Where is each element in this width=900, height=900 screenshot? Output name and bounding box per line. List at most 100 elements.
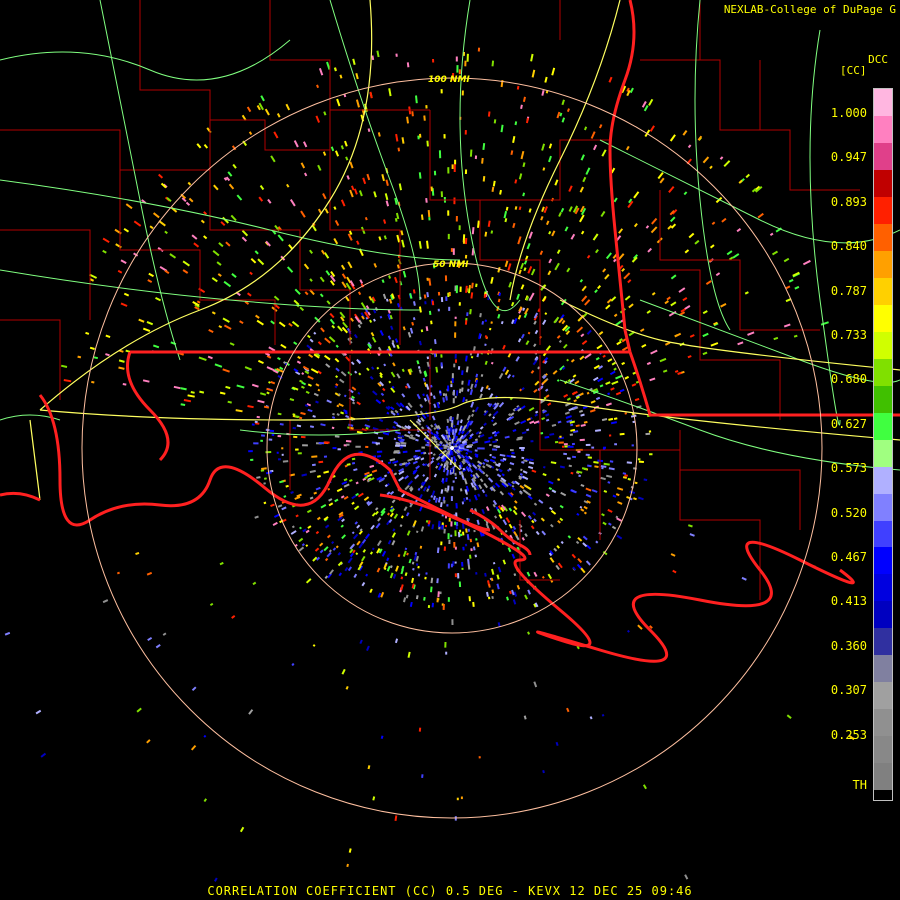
radar-return-bin [396,303,401,308]
radar-return-bin [329,280,335,286]
radar-return-bin [356,358,362,365]
radar-return-bin [613,417,618,420]
radar-return-bin [407,457,414,462]
radar-return-bin [583,511,587,515]
radar-return-bin [268,381,271,384]
radar-return-bin [152,212,160,219]
radar-return-bin [300,385,305,389]
radar-return-bin [316,84,320,89]
radar-return-bin [385,200,390,207]
radar-return-bin [603,489,608,493]
radar-return-bin [482,142,486,151]
radar-return-bin [173,385,181,390]
radar-return-bin [616,517,622,522]
radar-return-bin [520,405,526,410]
radar-return-bin [522,96,526,103]
radar-return-bin [687,144,692,149]
radar-return-bin [513,318,518,325]
radar-return-bin [608,417,614,421]
radar-return-bin [288,244,293,250]
radar-return-bin [407,402,413,409]
radar-return-bin [431,300,435,306]
radar-return-bin [462,467,466,471]
radar-return-bin [328,336,336,343]
county-line [119,170,276,345]
radar-return-bin [512,222,516,229]
radar-return-bin [405,594,409,599]
radar-return-bin [102,249,107,254]
radar-return-bin [372,427,379,431]
radar-return-bin [391,499,396,504]
radar-return-bin [414,474,420,480]
radar-return-bin [374,510,379,515]
radar-return-bin [481,320,485,325]
radar-return-bin [577,536,583,542]
radar-return-bin [570,423,574,427]
radar-return-bin [401,435,405,438]
radar-return-bin [248,131,253,136]
radar-return-bin [191,686,197,692]
radar-return-bin [239,826,245,833]
radar-return-bin [355,492,360,497]
radar-return-bin [416,393,421,400]
radar-return-bin [306,509,312,514]
radar-return-bin [394,276,398,284]
radar-return-bin [337,552,342,556]
radar-return-bin [388,380,392,384]
radar-return-bin [420,417,425,422]
radar-return-bin [404,572,408,577]
radar-return-bin [510,301,515,307]
radar-return-bin [674,332,682,338]
radar-return-bin [345,685,349,690]
radar-return-bin [512,136,516,143]
radar-return-bin [259,185,265,191]
radar-return-bin [435,465,439,469]
radar-return-bin [351,395,355,400]
radar-return-bin [300,162,306,169]
radar-return-bin [257,258,265,266]
radar-return-bin [423,437,427,441]
radar-return-bin [628,303,634,309]
radar-return-bin [411,583,415,589]
radar-return-bin [448,452,451,455]
radar-return-bin [542,473,547,477]
radar-return-bin [254,515,259,519]
radar-return-bin [651,292,656,296]
radar-return-bin [377,436,384,440]
radar-return-bin [470,292,474,299]
radar-return-bin [366,473,373,478]
radar-return-bin [493,433,498,437]
radar-return-bin [407,480,414,486]
radar-return-bin [320,327,325,333]
radar-return-bin [326,534,331,539]
radar-return-bin [249,271,253,276]
radar-return-bin [376,50,380,58]
radar-return-bin [344,464,348,468]
radar-return-bin [484,343,487,347]
radar-return-bin [617,501,623,505]
radar-return-bin [487,111,491,117]
radar-return-bin [489,393,494,399]
radar-return-bin [583,505,588,510]
radar-return-bin [508,523,513,529]
radar-return-bin [504,369,510,376]
radar-return-bin [597,377,604,383]
radar-return-bin [317,388,321,392]
radar-return-bin [581,340,588,345]
radar-return-bin [496,473,502,478]
radar-return-bin [649,125,655,132]
radar-return-bin [502,344,506,350]
radar-return-bin [683,191,688,196]
radar-return-bin [424,439,428,443]
radar-return-bin [647,247,653,253]
radar-return-bin [378,236,382,241]
radar-return-bin [788,278,794,283]
radar-return-bin [621,361,626,366]
radar-return-bin [643,478,648,482]
radar-return-bin [508,590,512,595]
radar-return-bin [423,115,426,121]
radar-return-bin [646,361,652,366]
radar-return-bin [556,111,561,119]
radar-return-bin [576,563,583,570]
radar-return-bin [214,877,218,882]
